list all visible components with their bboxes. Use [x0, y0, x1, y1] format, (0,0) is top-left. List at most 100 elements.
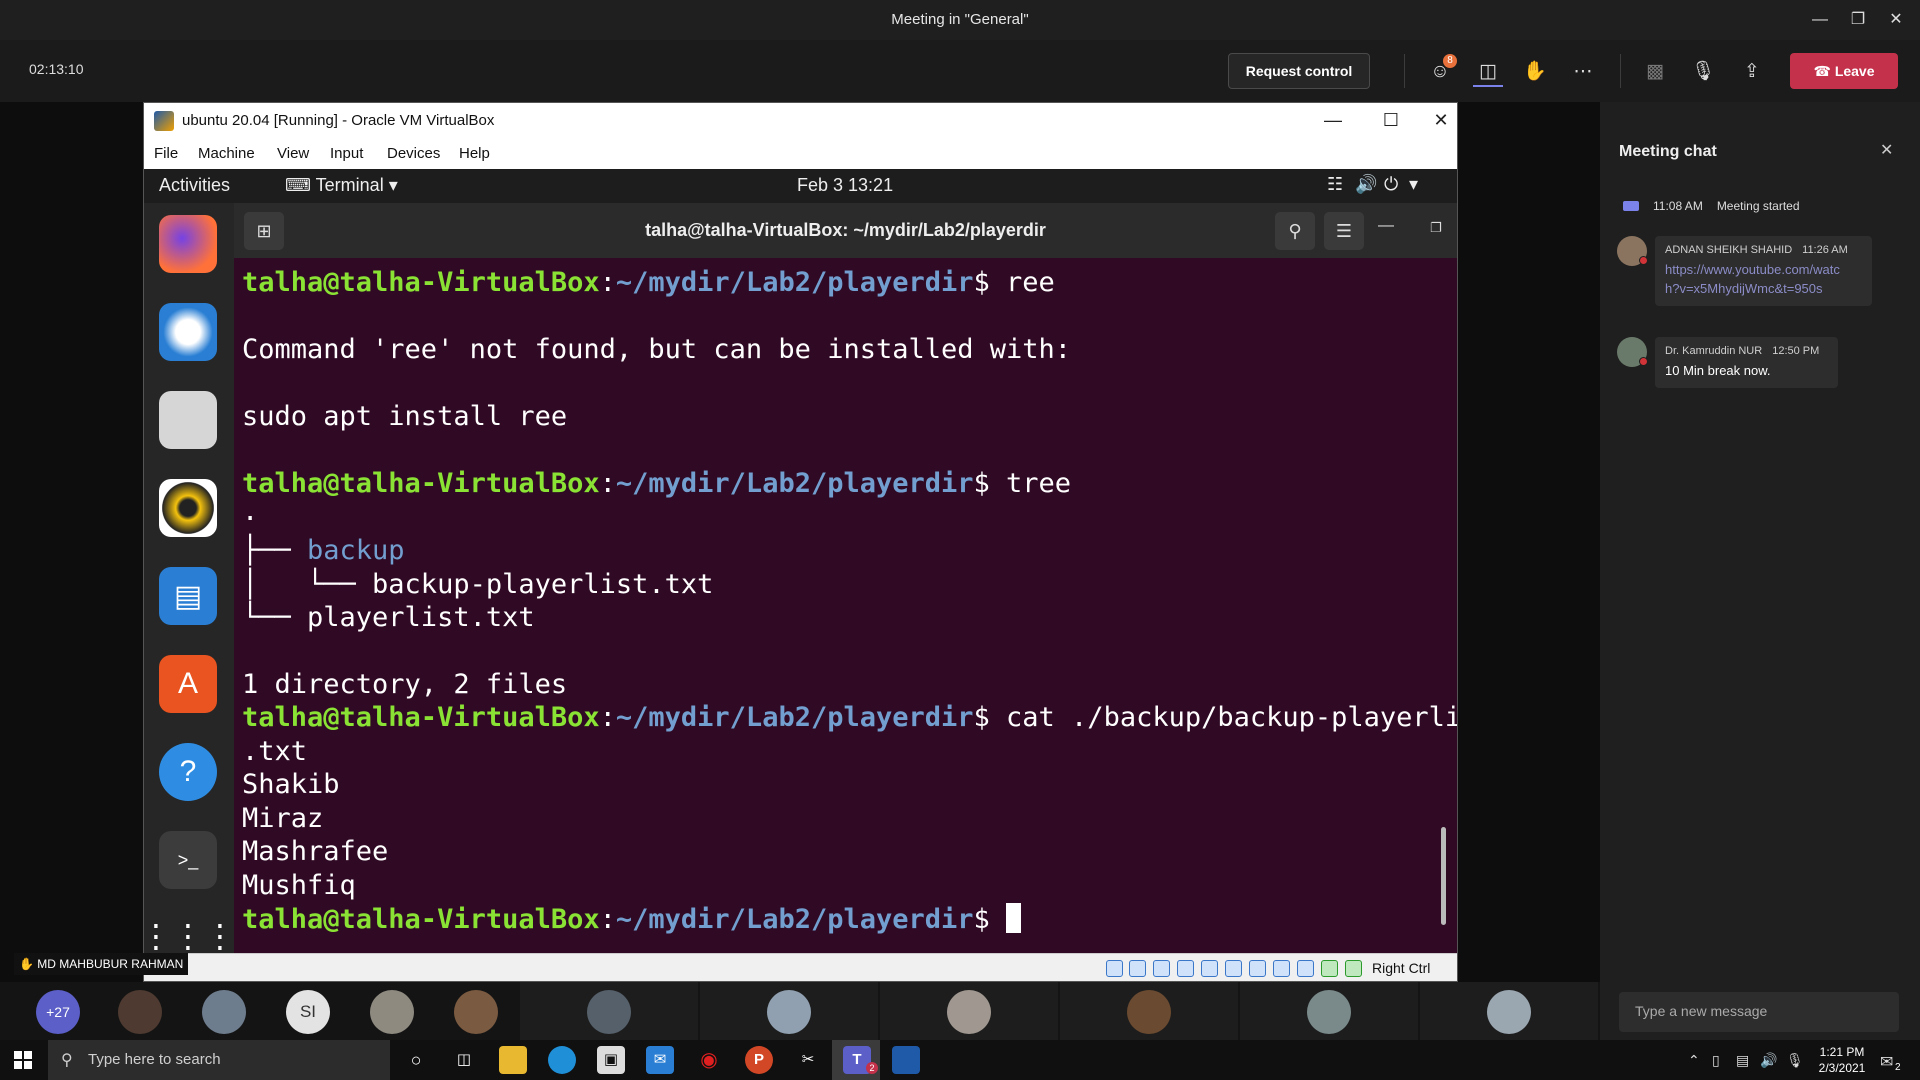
- task-view-icon[interactable]: ◫: [450, 1046, 478, 1074]
- chat-icon[interactable]: ◫: [1473, 57, 1503, 87]
- participant-avatar[interactable]: [454, 990, 498, 1034]
- participant-tile[interactable]: [880, 982, 1058, 1040]
- network-icon[interactable]: ☷: [1327, 174, 1343, 195]
- store-icon[interactable]: ▣: [597, 1046, 625, 1074]
- participant-avatar[interactable]: [202, 990, 246, 1034]
- terminal-app-menu[interactable]: ⌨ Terminal ▾: [285, 175, 398, 196]
- close-icon[interactable]: ✕: [1876, 6, 1916, 34]
- optical-drive-icon[interactable]: [1129, 960, 1146, 977]
- participant-avatar[interactable]: [118, 990, 162, 1034]
- minimize-icon[interactable]: —: [1800, 6, 1840, 34]
- terminal-line: Command 'ree' not found, but can be inst…: [242, 334, 1072, 365]
- software-center-icon[interactable]: A: [159, 655, 217, 713]
- firefox-icon[interactable]: [159, 215, 217, 273]
- participant-tile[interactable]: [1240, 982, 1418, 1040]
- rhythmbox-icon[interactable]: [159, 479, 217, 537]
- participant-initials-avatar[interactable]: SI: [286, 990, 330, 1034]
- mic-off-icon[interactable]: 🎙: [1688, 57, 1718, 87]
- show-applications-icon[interactable]: ⋮⋮⋮: [144, 907, 236, 955]
- terminal-line: .: [242, 496, 259, 527]
- hamburger-menu-icon[interactable]: ☰: [1324, 212, 1364, 250]
- usb-icon[interactable]: [1201, 960, 1218, 977]
- windows-taskbar: ⚲ Type here to search ○ ◫ ▣ ✉ ◉ P ✂ T 2 …: [0, 1040, 1920, 1080]
- maximize-icon[interactable]: ❐: [1430, 220, 1442, 236]
- taskbar-search-box[interactable]: ⚲ Type here to search: [48, 1040, 390, 1080]
- taskbar-clock[interactable]: 1:21 PM 2/3/2021: [1812, 1044, 1872, 1076]
- close-icon[interactable]: ✕: [1423, 105, 1459, 135]
- hard-disk-icon[interactable]: [1106, 960, 1123, 977]
- audio-icon[interactable]: [1153, 960, 1170, 977]
- menu-view[interactable]: View: [277, 145, 309, 162]
- volume-icon[interactable]: 🔊: [1760, 1052, 1777, 1069]
- action-center-icon[interactable]: ✉: [1880, 1052, 1893, 1072]
- raise-hand-icon[interactable]: ✋: [1520, 57, 1550, 87]
- raised-hand-name: MD MAHBUBUR RAHMAN: [37, 957, 184, 971]
- terminal-line: Miraz: [242, 803, 324, 834]
- minimize-icon[interactable]: —: [1378, 217, 1394, 235]
- meet-now-icon[interactable]: ▯: [1712, 1052, 1720, 1069]
- thunderbird-icon[interactable]: [159, 303, 217, 361]
- menu-machine[interactable]: Machine: [198, 145, 255, 162]
- more-options-icon[interactable]: ⋯: [1568, 57, 1598, 87]
- mouse-integration-icon[interactable]: [1321, 960, 1338, 977]
- power-icon[interactable]: ⏻: [1384, 174, 1398, 195]
- record-icon[interactable]: ◉: [695, 1046, 723, 1074]
- shared-folders-icon[interactable]: [1225, 960, 1242, 977]
- activities-button[interactable]: Activities: [159, 175, 230, 196]
- volume-icon[interactable]: 🔊: [1355, 174, 1377, 195]
- search-icon[interactable]: ⚲: [1275, 212, 1315, 250]
- menu-help[interactable]: Help: [459, 145, 490, 162]
- terminal-icon[interactable]: >_: [159, 831, 217, 889]
- raised-hand-label: ✋ MD MAHBUBUR RAHMAN: [14, 953, 189, 975]
- system-menu-chevron-icon[interactable]: ▾: [1409, 174, 1418, 195]
- terminal-line: 1 directory, 2 files: [242, 669, 568, 700]
- menu-file[interactable]: File: [154, 145, 178, 162]
- snipping-tool-icon[interactable]: ✂: [794, 1046, 822, 1074]
- show-hidden-icons-chevron-icon[interactable]: ⌃: [1688, 1052, 1700, 1069]
- taskbar-time: 1:21 PM: [1819, 1045, 1865, 1059]
- edge-icon[interactable]: [548, 1046, 576, 1074]
- camera-off-icon[interactable]: ▩: [1640, 57, 1670, 87]
- files-icon[interactable]: [159, 391, 217, 449]
- participant-tile[interactable]: [520, 982, 698, 1040]
- participant-tile[interactable]: [1060, 982, 1238, 1040]
- leave-button[interactable]: ☎ Leave: [1790, 53, 1898, 89]
- microphone-icon[interactable]: 🎙: [1786, 1052, 1804, 1069]
- participant-tile[interactable]: [1420, 982, 1598, 1040]
- chat-message-input[interactable]: Type a new message: [1619, 992, 1899, 1032]
- help-icon[interactable]: ?: [159, 743, 217, 801]
- participant-tile[interactable]: [700, 982, 878, 1040]
- restore-icon[interactable]: ❐: [1838, 6, 1878, 34]
- libreoffice-writer-icon[interactable]: ▤: [159, 567, 217, 625]
- menu-devices[interactable]: Devices: [387, 145, 440, 162]
- file-explorer-icon[interactable]: [499, 1046, 527, 1074]
- virtualbox-status-bar: Right Ctrl: [144, 953, 1457, 981]
- message-link[interactable]: https://www.youtube.com/watc h?v=x5Mhydij…: [1665, 260, 1862, 298]
- mail-icon[interactable]: ✉: [646, 1046, 674, 1074]
- overflow-participants[interactable]: +27: [36, 990, 80, 1034]
- network-adapter-icon[interactable]: [1177, 960, 1194, 977]
- cortana-icon[interactable]: ○: [402, 1046, 430, 1074]
- powerpoint-icon[interactable]: P: [745, 1046, 773, 1074]
- network-icon[interactable]: ▤: [1736, 1052, 1749, 1069]
- share-screen-icon[interactable]: ⇪: [1737, 57, 1767, 87]
- request-control-button[interactable]: Request control: [1228, 53, 1370, 89]
- cpu-icon[interactable]: [1297, 960, 1314, 977]
- gnome-clock[interactable]: Feb 3 13:21: [797, 175, 893, 196]
- terminal-scrollbar[interactable]: [1441, 827, 1446, 925]
- participants-badge: 8: [1443, 54, 1457, 68]
- participant-avatar[interactable]: [370, 990, 414, 1034]
- maximize-icon[interactable]: ☐: [1366, 105, 1416, 135]
- display-icon[interactable]: [1249, 960, 1266, 977]
- terminal-line: │ └── backup-playerlist.txt: [242, 569, 714, 600]
- recording-icon[interactable]: [1273, 960, 1290, 977]
- terminal-line: Shakib: [242, 769, 340, 800]
- close-icon[interactable]: ✕: [1880, 140, 1893, 160]
- meeting-toolbar: 02:13:10 Request control ☺ 8 ◫ ✋ ⋯ ▩ 🎙 ⇪…: [0, 40, 1920, 102]
- minimize-icon[interactable]: —: [1308, 105, 1358, 135]
- windows-start-icon[interactable]: [14, 1051, 32, 1069]
- menu-input[interactable]: Input: [330, 145, 363, 162]
- virtualbox-taskbar-icon[interactable]: [892, 1046, 920, 1074]
- keyboard-capture-icon[interactable]: [1345, 960, 1362, 977]
- terminal-title: talha@talha-VirtualBox: ~/mydir/Lab2/pla…: [645, 220, 1046, 240]
